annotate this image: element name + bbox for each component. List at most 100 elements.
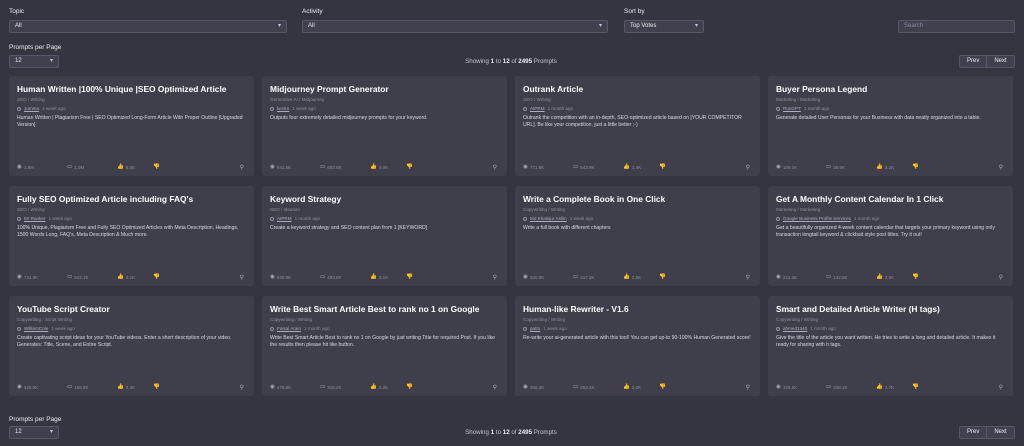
prompt-card[interactable]: Get A Monthly Content Calendar In 1 Clic… bbox=[768, 186, 1013, 286]
topic-select[interactable]: All ▾ bbox=[9, 20, 287, 33]
prompt-card[interactable]: Midjourney Prompt Generator Generative A… bbox=[262, 76, 507, 176]
card-category: SEO / Ideation bbox=[270, 207, 300, 212]
prev-button[interactable]: Prev bbox=[959, 55, 988, 68]
sort-select-value: Top Votes bbox=[630, 23, 657, 29]
prompt-card[interactable]: YouTube Script Creator Copywriting / Scr… bbox=[9, 296, 254, 396]
copy-link-button[interactable]: ⚲ bbox=[240, 384, 246, 391]
card-title[interactable]: Smart and Detailed Article Writer (H tag… bbox=[776, 304, 1005, 315]
card-title[interactable]: YouTube Script Creator bbox=[17, 304, 246, 315]
upvote-button[interactable]: 👍 3.2K bbox=[876, 164, 912, 170]
card-stats: ◉ 241.0K ▭ 142.8K 👍 2.5K 👎 ⚲ bbox=[776, 273, 1005, 281]
prompt-card[interactable]: Write Best Smart Article Best to rank no… bbox=[262, 296, 507, 396]
downvote-button[interactable]: 👎 bbox=[659, 384, 668, 390]
upvote-button[interactable]: 👍 2.5K bbox=[876, 274, 912, 280]
card-author[interactable]: Md Khaliqur Aslim bbox=[530, 216, 567, 221]
card-time: 1 month ago bbox=[304, 326, 330, 331]
downvote-button[interactable]: 👎 bbox=[153, 274, 162, 280]
card-description: Write Best Smart Article Best to rank no… bbox=[270, 335, 495, 348]
downvote-button[interactable]: 👎 bbox=[912, 384, 921, 390]
downvote-button[interactable]: 👎 bbox=[153, 384, 162, 390]
card-author[interactable]: ahmed1340 bbox=[783, 326, 807, 331]
upvote-button[interactable]: 👍 6.0K bbox=[117, 164, 153, 170]
card-category: SEO / Writing bbox=[523, 97, 551, 102]
prompt-card[interactable]: Human Written |100% Unique |SEO Optimize… bbox=[9, 76, 254, 176]
eye-icon: ◉ bbox=[17, 274, 22, 280]
copy-link-button[interactable]: ⚲ bbox=[493, 164, 499, 171]
card-time: 1 week ago bbox=[42, 106, 66, 111]
card-author[interactable]: AIPRM bbox=[530, 106, 545, 111]
card-title[interactable]: Write Best Smart Article Best to rank no… bbox=[270, 304, 499, 315]
card-author[interactable]: Mr Ranker bbox=[24, 216, 45, 221]
downvote-button[interactable]: 👎 bbox=[659, 164, 668, 170]
copy-link-button[interactable]: ⚲ bbox=[240, 274, 246, 281]
card-title[interactable]: Human Written |100% Unique |SEO Optimize… bbox=[17, 84, 246, 95]
upvote-button[interactable]: 👍 2.3K bbox=[117, 384, 153, 390]
sort-select[interactable]: Top Votes ▾ bbox=[624, 20, 704, 33]
card-title[interactable]: Buyer Persona Legend bbox=[776, 84, 1005, 95]
copy-link-button[interactable]: ⚲ bbox=[999, 384, 1005, 391]
card-stats: ◉ 328.0K ▭ 165.8K 👍 2.3K 👎 ⚲ bbox=[17, 383, 246, 391]
thumbs-up-icon: 👍 bbox=[623, 274, 630, 280]
card-author[interactable]: kenkn bbox=[277, 106, 289, 111]
prompt-card[interactable]: Human-like Rewriter - V1.6 Copywriting /… bbox=[515, 296, 760, 396]
downvote-button[interactable]: 👎 bbox=[153, 164, 162, 170]
copy-link-button[interactable]: ⚲ bbox=[493, 274, 499, 281]
upvote-button[interactable]: 👍 2.2K bbox=[623, 384, 659, 390]
copy-link-button[interactable]: ⚲ bbox=[240, 164, 246, 171]
prompt-card[interactable]: Outrank Article SEO / Writing AIPRM 1 mo… bbox=[515, 76, 760, 176]
downvote-button[interactable]: 👎 bbox=[406, 274, 415, 280]
next-button-bottom[interactable]: Next bbox=[987, 426, 1015, 439]
card-author[interactable]: Faisal Arain bbox=[277, 326, 301, 331]
prompt-card[interactable]: Smart and Detailed Article Writer (H tag… bbox=[768, 296, 1013, 396]
copy-link-button[interactable]: ⚲ bbox=[746, 164, 752, 171]
card-time: 1 week ago bbox=[48, 216, 72, 221]
card-author[interactable]: Jumma bbox=[24, 106, 39, 111]
per-page-select[interactable]: 12 ▾ bbox=[9, 55, 59, 68]
eye-icon: ◉ bbox=[17, 384, 22, 390]
copy-link-button[interactable]: ⚲ bbox=[746, 384, 752, 391]
downvote-button[interactable]: 👎 bbox=[912, 274, 921, 280]
next-button[interactable]: Next bbox=[987, 55, 1015, 68]
card-author[interactable]: AIPRM bbox=[277, 216, 292, 221]
prompt-card[interactable]: Write a Complete Book in One Click Copyw… bbox=[515, 186, 760, 286]
card-author-row: AIPRM 1 month ago bbox=[270, 216, 499, 221]
copy-link-button[interactable]: ⚲ bbox=[493, 384, 499, 391]
prompt-card[interactable]: Buyer Persona Legend Marketing / Marketi… bbox=[768, 76, 1013, 176]
card-title[interactable]: Get A Monthly Content Calendar In 1 Clic… bbox=[776, 194, 1005, 205]
downvote-button[interactable]: 👎 bbox=[912, 164, 921, 170]
search-input[interactable]: Search bbox=[898, 20, 1015, 33]
prompt-card[interactable]: Keyword Strategy SEO / Ideation AIPRM 1 … bbox=[262, 186, 507, 286]
card-title[interactable]: Human-like Rewriter - V1.6 bbox=[523, 304, 752, 315]
activity-select[interactable]: All ▾ bbox=[302, 20, 608, 33]
card-title[interactable]: Keyword Strategy bbox=[270, 194, 499, 205]
upvote-button[interactable]: 👍 2.5K bbox=[623, 274, 659, 280]
copy-link-button[interactable]: ⚲ bbox=[746, 274, 752, 281]
card-author[interactable]: Google Business Profile Services bbox=[783, 216, 851, 221]
card-author[interactable]: gatto bbox=[530, 326, 540, 331]
upvote-button[interactable]: 👍 4.0K bbox=[370, 164, 406, 170]
upvote-button[interactable]: 👍 3.1K bbox=[370, 274, 406, 280]
copy-link-button[interactable]: ⚲ bbox=[999, 274, 1005, 281]
eye-icon: ◉ bbox=[776, 164, 781, 170]
per-page-select-bottom[interactable]: 12 ▾ bbox=[9, 426, 59, 439]
upvote-button[interactable]: 👍 2.2K bbox=[370, 384, 406, 390]
downvote-button[interactable]: 👎 bbox=[659, 274, 668, 280]
card-title[interactable]: Fully SEO Optimized Article including FA… bbox=[17, 194, 246, 205]
upvote-button[interactable]: 👍 1.4K bbox=[623, 164, 659, 170]
prev-button-bottom[interactable]: Prev bbox=[959, 426, 988, 439]
copy-link-button[interactable]: ⚲ bbox=[999, 164, 1005, 171]
chat-icon: ▭ bbox=[573, 164, 579, 170]
card-title[interactable]: Midjourney Prompt Generator bbox=[270, 84, 499, 95]
thumbs-up-icon: 👍 bbox=[876, 384, 883, 390]
card-title[interactable]: Write a Complete Book in One Click bbox=[523, 194, 752, 205]
card-title[interactable]: Outrank Article bbox=[523, 84, 752, 95]
card-author[interactable]: WilliamCole bbox=[24, 326, 48, 331]
chat-icon: ▭ bbox=[67, 274, 73, 280]
thumbs-up-icon: 👍 bbox=[370, 384, 377, 390]
downvote-button[interactable]: 👎 bbox=[406, 164, 415, 170]
downvote-button[interactable]: 👎 bbox=[406, 384, 415, 390]
card-author[interactable]: RonGPT bbox=[783, 106, 801, 111]
prompt-card[interactable]: Fully SEO Optimized Article including FA… bbox=[9, 186, 254, 286]
upvote-button[interactable]: 👍 3.1K bbox=[117, 274, 153, 280]
upvote-button[interactable]: 👍 1.7K bbox=[876, 384, 912, 390]
